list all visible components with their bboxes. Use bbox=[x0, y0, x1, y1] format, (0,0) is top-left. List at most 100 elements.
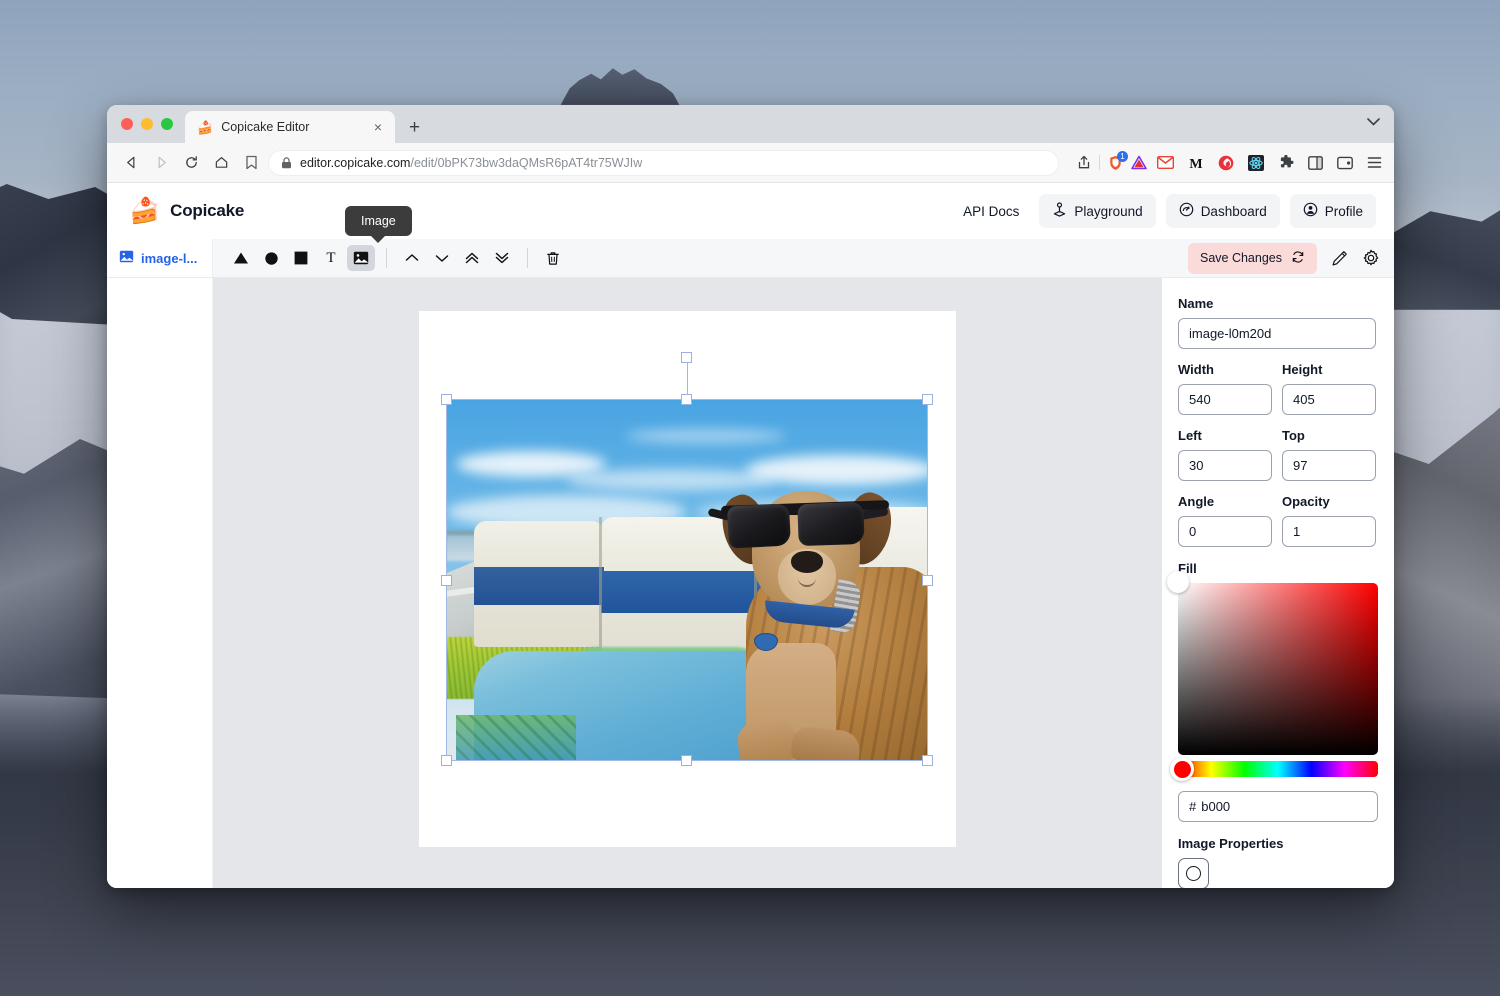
home-icon[interactable] bbox=[207, 149, 235, 177]
left-label: Left bbox=[1178, 428, 1202, 443]
text-tool[interactable]: T bbox=[317, 245, 345, 271]
reload-icon[interactable] bbox=[177, 149, 205, 177]
resize-handle-bottom-left[interactable] bbox=[441, 755, 452, 766]
editor-toolbar-row: image-l... T Save Changes bbox=[107, 239, 1394, 278]
chevron-down-icon[interactable] bbox=[1367, 115, 1380, 129]
opacity-input[interactable]: 1 bbox=[1282, 516, 1376, 547]
window-controls[interactable] bbox=[119, 105, 185, 143]
react-icon[interactable] bbox=[1248, 154, 1264, 171]
save-changes-label: Save Changes bbox=[1199, 251, 1282, 265]
save-changes-button[interactable]: Save Changes bbox=[1187, 242, 1317, 274]
tab-title: Copicake Editor bbox=[221, 120, 310, 134]
hue-slider[interactable] bbox=[1170, 757, 1378, 781]
resize-handle-bottom-center[interactable] bbox=[681, 755, 692, 766]
image-tool-tooltip: Image bbox=[345, 206, 412, 236]
top-group: Top 97 bbox=[1282, 428, 1376, 481]
resize-handle-top-center[interactable] bbox=[681, 394, 692, 405]
address-bar[interactable]: editor.copicake.com/edit/0bPK73bw3daQMsR… bbox=[268, 149, 1059, 176]
color-picker[interactable] bbox=[1167, 571, 1378, 781]
height-input[interactable]: 405 bbox=[1282, 384, 1376, 415]
nav-profile[interactable]: Profile bbox=[1289, 194, 1376, 228]
image-tool[interactable] bbox=[347, 245, 375, 271]
nav-api-docs[interactable]: API Docs bbox=[953, 196, 1029, 227]
omnibox-actions: 1 bbox=[1069, 150, 1147, 171]
maximize-window-button[interactable] bbox=[161, 118, 173, 130]
resize-handle-top-right[interactable] bbox=[922, 394, 933, 405]
flame-icon[interactable] bbox=[1218, 155, 1234, 171]
new-tab-button[interactable]: + bbox=[395, 118, 430, 143]
medium-icon[interactable]: M bbox=[1188, 156, 1204, 170]
divider bbox=[1099, 155, 1100, 170]
person-icon bbox=[1303, 202, 1318, 220]
close-tab-button[interactable]: × bbox=[371, 120, 385, 134]
brave-shield-icon[interactable]: 1 bbox=[1108, 150, 1128, 171]
triangle-tool[interactable] bbox=[227, 245, 255, 271]
bookmark-icon[interactable] bbox=[245, 155, 258, 170]
send-backward-button[interactable] bbox=[428, 245, 456, 271]
nav-profile-label: Profile bbox=[1324, 203, 1363, 219]
extensions-icon[interactable] bbox=[1278, 154, 1294, 171]
resize-handle-top-left[interactable] bbox=[441, 394, 452, 405]
nav-playground-label: Playground bbox=[1074, 203, 1143, 219]
nav-dashboard[interactable]: Dashboard bbox=[1165, 194, 1280, 228]
position-row: Left 30 Top 97 bbox=[1178, 428, 1376, 481]
angle-input[interactable]: 0 bbox=[1178, 516, 1272, 547]
gmail-icon[interactable] bbox=[1157, 156, 1174, 169]
size-row: Width 540 Height 405 bbox=[1178, 362, 1376, 415]
pen-icon[interactable] bbox=[1331, 250, 1348, 267]
rotation-handle[interactable] bbox=[681, 352, 692, 363]
resize-handle-middle-right[interactable] bbox=[922, 575, 933, 586]
browser-window: 🍰 Copicake Editor × + editor.copicake.co… bbox=[107, 105, 1394, 888]
back-icon[interactable] bbox=[117, 149, 145, 177]
angle-group: Angle 0 bbox=[1178, 494, 1272, 547]
top-input[interactable]: 97 bbox=[1282, 450, 1376, 481]
left-group: Left 30 bbox=[1178, 428, 1272, 481]
delete-button[interactable] bbox=[539, 245, 567, 271]
close-window-button[interactable] bbox=[121, 118, 133, 130]
nav-playground[interactable]: Playground bbox=[1039, 194, 1156, 228]
square-tool[interactable] bbox=[287, 245, 315, 271]
browser-tab[interactable]: 🍰 Copicake Editor × bbox=[185, 111, 395, 143]
bring-forward-button[interactable] bbox=[398, 245, 426, 271]
nav-dashboard-label: Dashboard bbox=[1200, 203, 1267, 219]
brand-name: Copicake bbox=[170, 201, 245, 220]
opacity-label: Opacity bbox=[1282, 494, 1330, 509]
desktop-wallpaper: 🍰 Copicake Editor × + editor.copicake.co… bbox=[0, 0, 1500, 996]
layer-tab-label: image-l... bbox=[141, 250, 198, 266]
circle-tool[interactable] bbox=[257, 245, 285, 271]
saturation-handle[interactable] bbox=[1167, 571, 1189, 593]
svg-text:M: M bbox=[1189, 157, 1202, 170]
left-input[interactable]: 30 bbox=[1178, 450, 1272, 481]
hue-handle[interactable] bbox=[1170, 757, 1194, 781]
layer-tab-image[interactable]: image-l... bbox=[107, 239, 213, 277]
cake-slice-icon: 🍰 bbox=[129, 196, 161, 225]
gear-icon[interactable] bbox=[1362, 249, 1380, 267]
sidebar-icon[interactable] bbox=[1308, 155, 1323, 170]
send-to-back-button[interactable] bbox=[488, 245, 516, 271]
brand[interactable]: 🍰 Copicake bbox=[129, 196, 245, 225]
wallet-icon[interactable] bbox=[1337, 156, 1353, 170]
editor-body: Name image-l0m20d Width 540 Height 405 L… bbox=[107, 278, 1394, 888]
layers-panel[interactable] bbox=[107, 278, 213, 888]
tab-strip: 🍰 Copicake Editor × + bbox=[107, 105, 1394, 143]
width-input[interactable]: 540 bbox=[1178, 384, 1272, 415]
address-bar-container: editor.copicake.com/edit/0bPK73bw3daQMsR… bbox=[237, 149, 1155, 176]
share-icon[interactable] bbox=[1077, 155, 1091, 170]
canvas-workspace[interactable] bbox=[213, 278, 1162, 888]
minimize-window-button[interactable] bbox=[141, 118, 153, 130]
circle-crop-icon[interactable] bbox=[1178, 858, 1209, 888]
app-nav: API Docs Playground Dashboard Profile bbox=[953, 194, 1376, 228]
browser-toolbar: editor.copicake.com/edit/0bPK73bw3daQMsR… bbox=[107, 143, 1394, 183]
hex-input[interactable]: # b000 bbox=[1178, 791, 1378, 822]
saturation-area[interactable] bbox=[1167, 571, 1378, 755]
resize-handle-middle-left[interactable] bbox=[441, 575, 452, 586]
url-domain: editor.copicake.com bbox=[300, 155, 411, 170]
artboard[interactable] bbox=[419, 311, 956, 847]
bring-to-front-button[interactable] bbox=[458, 245, 486, 271]
name-label: Name bbox=[1178, 296, 1214, 311]
resize-handle-bottom-right[interactable] bbox=[922, 755, 933, 766]
menu-icon[interactable] bbox=[1367, 156, 1382, 169]
name-input[interactable]: image-l0m20d bbox=[1178, 318, 1376, 349]
hex-value: b000 bbox=[1201, 799, 1231, 814]
vercel-icon[interactable] bbox=[1131, 155, 1147, 170]
